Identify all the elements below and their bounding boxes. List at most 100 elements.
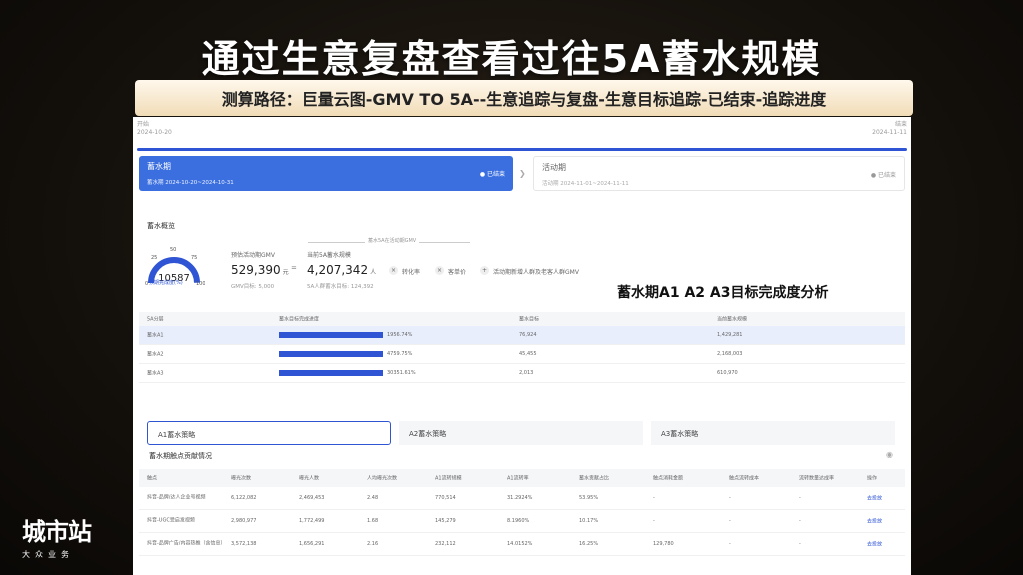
th-action: 操作 [867, 475, 878, 482]
phase-card-storage[interactable]: 蓄水期 蓄水期 2024-10-20~2024-10-31 ● 已结束 [139, 156, 513, 191]
phase-date: 蓄水期 2024-10-20~2024-10-31 [147, 180, 234, 186]
a1-scale-cell: 770,514 [435, 495, 456, 501]
a1-scale-cell: 145,279 [435, 518, 456, 524]
progress-bar [279, 332, 383, 338]
spend-cell: - [653, 495, 655, 501]
th-current: 当前蓄水规模 [717, 316, 748, 323]
gauge-label: 预期完成度(%) [149, 280, 183, 286]
th-target: 蓄水目标 [519, 316, 540, 323]
gmv-target: GMV目标: 5,000 [231, 284, 275, 290]
exposure-users-cell: 1,656,291 [299, 541, 325, 547]
cost-cell: - [729, 541, 731, 547]
touchpoint-cell: 抖音-UGC受启发视频 [147, 517, 195, 524]
a1-rate-cell: 14.0152% [507, 541, 533, 547]
times-icon: × [435, 266, 444, 275]
contribution-cell: 10.17% [579, 518, 599, 524]
path-banner: 测算路径：巨量云图-GMV TO 5A--生意追踪与复盘-生意目标追踪-已结束-… [135, 80, 913, 116]
timeline-start-label: 开始 [137, 121, 150, 128]
table-row[interactable]: 蓄水A1 1956.74% 76,924 1,429,281 [139, 326, 905, 345]
th-exposure-users: 曝光人数 [299, 475, 320, 482]
touchpoint-section-title: 蓄水期触点贡献情况 [149, 452, 212, 460]
page-title: 通过生意复盘查看过往5A蓄水规模 [201, 37, 822, 81]
layer-table-header: 5A分层 蓄水目标完成进度 蓄水目标 当前蓄水规模 [139, 312, 905, 326]
th-cost: 触点流转成本 [729, 475, 760, 482]
plus-icon: + [480, 266, 489, 275]
tab-a1-strategy[interactable]: A1蓄水策略 [147, 421, 391, 445]
est-gmv-unit: 元 [282, 269, 289, 276]
layer-table: 5A分层 蓄水目标完成进度 蓄水目标 当前蓄水规模 蓄水A1 1956.74% … [139, 312, 905, 383]
touchpoint-table-header: 触点 曝光次数 曝光人数 人均曝光次数 A1流转规模 A1流转率 蓄水贡献占比 触点消耗金额 触… [139, 469, 905, 487]
avg-exposure-cell: 1.68 [367, 518, 379, 524]
phase-status: ● 已结束 [870, 172, 896, 179]
a1-rate-cell: 8.1960% [507, 518, 530, 524]
deploy-link[interactable]: 去投放 [867, 541, 882, 548]
scale-unit: 人 [370, 269, 377, 276]
touchpoint-cell: 抖音-品牌广告/内容热推（含信息） [147, 540, 226, 547]
new-gmv-label: 活动期新增人群及老客人群GMV [493, 269, 579, 276]
spend-cell: 129,780 [653, 541, 674, 547]
phase-date: 活动期 2024-11-01~2024-11-11 [542, 181, 629, 187]
table-row[interactable]: 蓄水A3 30351.61% 2,013 610,970 [139, 364, 905, 383]
est-gmv-number: 529,390 [231, 263, 281, 277]
gauge-tick-0: 0 [145, 281, 148, 287]
avg-exposure-cell: 2.48 [367, 495, 379, 501]
chevron-right-icon: ❯ [519, 169, 526, 178]
table-row[interactable]: 抖音-品牌广告/内容热推（含信息） 3,572,138 1,656,291 2.16 2… [139, 533, 905, 556]
current-cell: 1,429,281 [717, 332, 743, 338]
est-gmv-value: 529,390 元 [231, 263, 289, 277]
a1-scale-cell: 232,112 [435, 541, 456, 547]
contribution-cell: 16.25% [579, 541, 599, 547]
th-a1-scale: A1流转规模 [435, 475, 462, 482]
progress-cell: 30351.61% [387, 370, 416, 376]
tab-a3-strategy[interactable]: A3蓄水策略 [651, 421, 895, 445]
phase-status: ● 已结束 [479, 171, 505, 178]
eye-icon[interactable]: ◉ [886, 450, 893, 459]
progress-bar [279, 370, 383, 376]
report-panel: 开始 2024-10-20 结束 2024-11-11 蓄水期 蓄水期 2024… [133, 117, 911, 575]
table-row[interactable]: 抖音-品牌/达人企业号视频 6,122,082 2,469,453 2.48 770,5… [139, 487, 905, 510]
analysis-caption: 蓄水期A1 A2 A3目标完成度分析 [617, 285, 829, 301]
scale-number: 4,207,342 [307, 263, 369, 277]
th-layer: 5A分层 [147, 316, 164, 323]
table-row[interactable]: 蓄水A2 4759.75% 45,455 2,168,003 [139, 345, 905, 364]
phase-card-activity[interactable]: 活动期 活动期 2024-11-01~2024-11-11 ● 已结束 [533, 156, 905, 191]
cost-cell: - [729, 495, 731, 501]
tab-a2-strategy[interactable]: A2蓄水策略 [399, 421, 643, 445]
current-cell: 2,168,003 [717, 351, 743, 357]
overview-title: 蓄水概览 [147, 222, 175, 230]
layer-cell: 蓄水A2 [147, 351, 164, 358]
th-a1-rate: A1流转率 [507, 475, 529, 482]
equals-sign: = [291, 264, 297, 272]
th-contribution: 蓄水贡献占比 [579, 475, 610, 482]
gauge-tick-50: 50 [170, 247, 176, 253]
scale-target: 5A人群蓄水目标: 124,392 [307, 284, 374, 290]
gauge-tick-75: 75 [191, 255, 197, 261]
exposure-users-cell: 2,469,453 [299, 495, 325, 501]
achievement-cell: - [799, 495, 801, 501]
target-cell: 76,924 [519, 332, 537, 338]
timeline-start-date: 2024-10-20 [137, 129, 172, 136]
achievement-cell: - [799, 518, 801, 524]
deploy-link[interactable]: 去投放 [867, 518, 882, 525]
avg-exposure-cell: 2.16 [367, 541, 379, 547]
achievement-cell: - [799, 541, 801, 547]
current-cell: 610,970 [717, 370, 738, 376]
timeline: 开始 2024-10-20 结束 2024-11-11 [137, 121, 907, 153]
price-label: 客单价 [448, 269, 467, 276]
exposure-users-cell: 1,772,499 [299, 518, 325, 524]
target-cell: 45,455 [519, 351, 537, 357]
table-row[interactable]: 抖音-UGC受启发视频 2,980,977 1,772,499 1.68 145,279… [139, 510, 905, 533]
logo-main: 城市站 [22, 518, 92, 546]
contribution-cell: 53.95% [579, 495, 599, 501]
th-achievement: 流转数量达成率 [799, 475, 835, 482]
layer-cell: 蓄水A1 [147, 332, 164, 339]
th-avg-exposure: 人均曝光次数 [367, 475, 398, 482]
times-icon: × [389, 266, 398, 275]
timeline-start: 开始 2024-10-20 [137, 121, 172, 137]
layer-cell: 蓄水A3 [147, 370, 164, 377]
timeline-end-date: 2024-11-11 [872, 129, 907, 136]
th-progress: 蓄水目标完成进度 [279, 316, 320, 323]
deploy-link[interactable]: 去投放 [867, 495, 882, 502]
scale-value: 4,207,342 人 [307, 263, 376, 277]
progress-cell: 1956.74% [387, 332, 413, 338]
